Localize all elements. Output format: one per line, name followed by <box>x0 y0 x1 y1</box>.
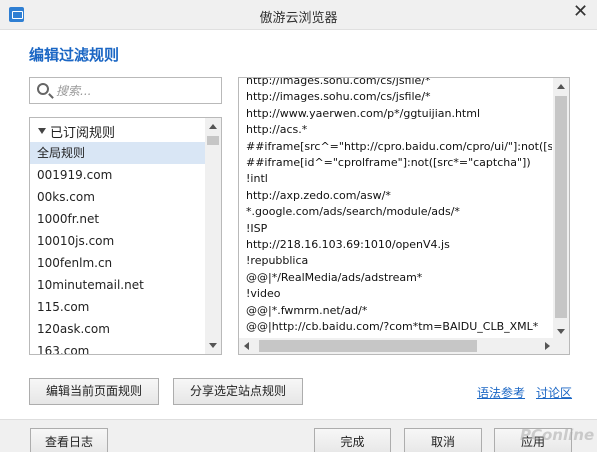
scroll-up-arrow-icon[interactable] <box>553 78 569 94</box>
view-log-button[interactable]: 查看日志 <box>30 428 108 452</box>
site-list[interactable]: 已订阅规则 全局规则 001919.com 00ks.com 1000fr.ne… <box>29 117 222 355</box>
rule-line: http://axp.zedo.com/asw/* <box>246 188 391 202</box>
rule-line: ##iframe[id^="cprolframe"]:not([src*="ca… <box>246 156 531 170</box>
rule-line: !video <box>246 287 281 301</box>
scroll-thumb[interactable] <box>207 136 219 145</box>
rule-line: ##iframe[src^="http://cpro.baidu.com/cpr… <box>246 139 552 153</box>
cancel-button[interactable]: 取消 <box>404 428 482 452</box>
rule-line: http://www.yaerwen.com/p*/ggtuijian.html <box>246 106 481 120</box>
site-list-scrollbar[interactable] <box>205 118 221 354</box>
rule-line: http://acs.* <box>246 123 308 137</box>
list-item[interactable]: 全局规则 <box>30 142 205 164</box>
scrollbar-corner <box>553 338 569 354</box>
rule-line: http://218.16.103.69:1010/openV4.js <box>246 238 450 252</box>
list-item[interactable]: 1000fr.net <box>30 208 205 230</box>
rule-line: !intl <box>246 172 268 186</box>
window-title: 傲游云浏览器 <box>259 11 338 26</box>
list-item[interactable]: 10minutemail.net <box>30 274 205 296</box>
list-item[interactable]: 00ks.com <box>30 186 205 208</box>
collapse-triangle-icon[interactable] <box>38 128 46 134</box>
rule-line: http://images.sohu.com/cs/jsfile/* <box>246 77 431 87</box>
rule-line: @@|*.fwmrm.net/ad/* <box>246 303 368 317</box>
title-bar: 傲游云浏览器 ✕ <box>0 0 597 30</box>
share-selected-site-rules-button[interactable]: 分享选定站点规则 <box>173 378 303 405</box>
scroll-left-arrow-icon[interactable] <box>239 338 255 354</box>
search-input[interactable] <box>56 81 216 101</box>
close-button[interactable]: ✕ <box>564 0 597 24</box>
rule-line: *.google.com/ads/search/module/ads/* <box>246 205 460 219</box>
search-icon <box>37 83 49 95</box>
rule-line: !repubblica <box>246 254 309 268</box>
watermark: PConline <box>520 426 595 444</box>
list-item[interactable]: 10010js.com <box>30 230 205 252</box>
syntax-reference-link[interactable]: 语法参考 <box>477 384 525 401</box>
rules-vertical-scrollbar[interactable] <box>553 78 569 340</box>
scroll-up-arrow-icon[interactable] <box>205 118 221 134</box>
rules-horizontal-scrollbar[interactable] <box>239 338 555 354</box>
scroll-thumb[interactable] <box>555 96 567 318</box>
rules-editor[interactable]: http://images.sohu.com/cs/jsfile/* http:/… <box>238 77 570 355</box>
rule-line: @@|*/RealMedia/ads/adstream* <box>246 270 423 284</box>
scroll-down-arrow-icon[interactable] <box>205 338 221 354</box>
rule-line: !ISP <box>246 221 268 235</box>
scroll-thumb[interactable] <box>259 340 477 352</box>
list-item[interactable]: 100fenlm.cn <box>30 252 205 274</box>
discussion-link[interactable]: 讨论区 <box>536 384 572 401</box>
group-header-subscribed[interactable]: 已订阅规则 <box>30 120 205 142</box>
list-item[interactable]: 163.com <box>30 340 205 354</box>
rule-line: @@|http://cb.baidu.com/?com*tm=BAIDU_CLB… <box>246 320 539 334</box>
rules-text[interactable]: http://images.sohu.com/cs/jsfile/* http:/… <box>246 77 552 335</box>
list-item[interactable]: 120ask.com <box>30 318 205 340</box>
list-item[interactable]: 001919.com <box>30 164 205 186</box>
dialog-title: 编辑过滤规则 <box>29 46 120 64</box>
list-item[interactable]: 115.com <box>30 296 205 318</box>
search-box[interactable] <box>29 77 222 104</box>
group-label: 已订阅规则 <box>50 126 116 141</box>
rule-line: http://images.sohu.com/cs/jsfile/* <box>246 90 431 104</box>
done-button[interactable]: 完成 <box>314 428 391 452</box>
edit-current-page-rules-button[interactable]: 编辑当前页面规则 <box>29 378 159 405</box>
